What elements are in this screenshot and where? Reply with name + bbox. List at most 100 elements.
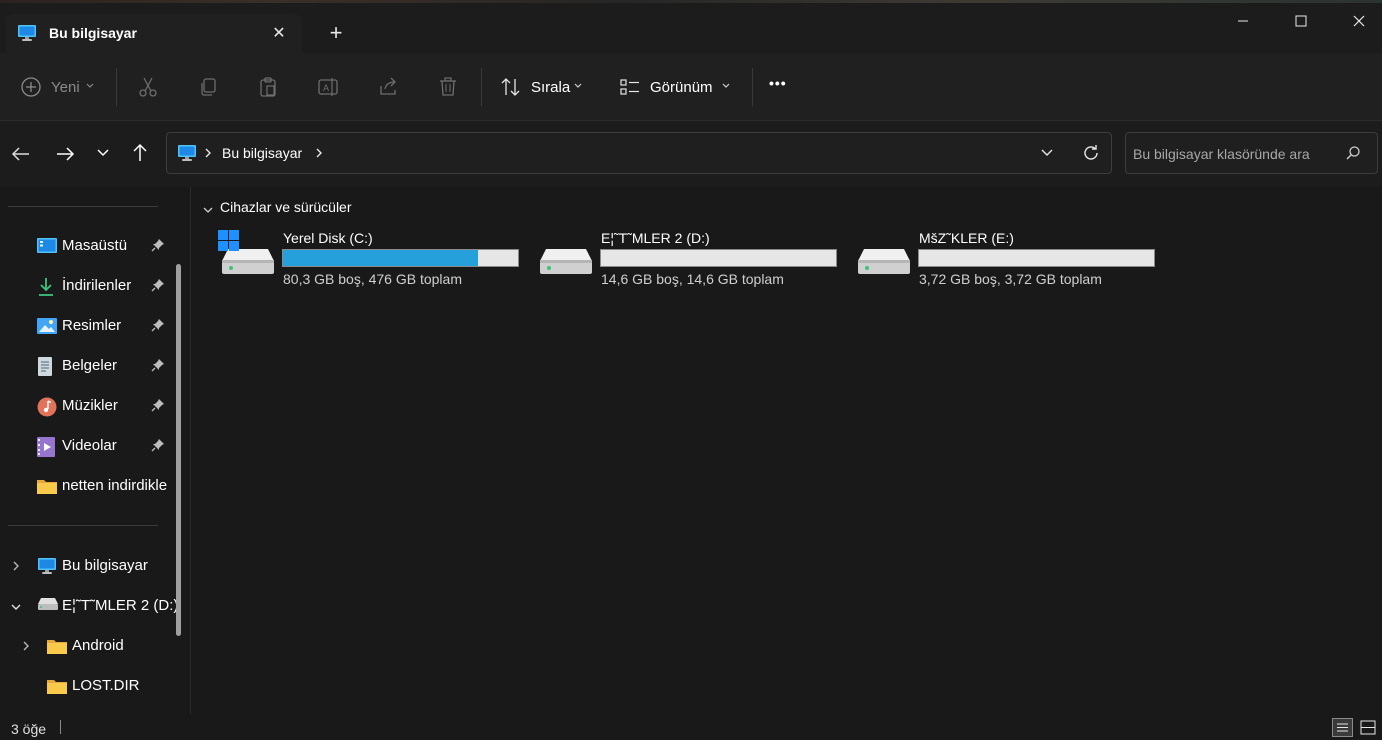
trash-icon <box>440 77 456 96</box>
sidebar-item-label: LOST.DIR <box>72 677 140 694</box>
pin-icon[interactable] <box>151 358 165 372</box>
share-button[interactable] <box>375 74 401 100</box>
tab-this-pc[interactable]: Bu bilgisayar ✕ <box>6 14 302 53</box>
paste-button[interactable] <box>255 74 281 100</box>
sidebar-item-documents[interactable]: Belgeler <box>0 347 178 385</box>
clipboard-icon <box>260 77 276 97</box>
more-options-button[interactable]: ••• <box>769 75 787 91</box>
section-header-devices[interactable]: Cihazlar ve sürücüler <box>220 199 352 215</box>
sidebar-item-label: Resimler <box>62 317 122 334</box>
pin-icon[interactable] <box>151 278 165 292</box>
sidebar-item-label: Masaüstü <box>62 237 128 254</box>
details-view-icon <box>1337 723 1348 732</box>
sidebar-item-label: Müzikler <box>62 397 118 414</box>
pin-icon[interactable] <box>151 398 165 412</box>
drive-item-e[interactable]: MšZ˜KLER (E:) 3,72 GB boş, 3,72 GB topla… <box>854 225 1164 295</box>
tiles-view-icon <box>1360 720 1376 735</box>
chevron-down-icon <box>97 149 109 157</box>
chevron-down-icon <box>573 78 583 95</box>
sidebar-item-android[interactable]: Android <box>0 627 178 665</box>
arrow-right-icon <box>57 147 75 161</box>
pin-icon[interactable] <box>151 438 165 452</box>
drive-item-d[interactable]: E¦˜T˜MLER 2 (D:) 14,6 GB boş, 14,6 GB to… <box>536 225 846 295</box>
computer-icon <box>37 557 56 575</box>
status-bar: 3 öğe <box>0 714 1382 739</box>
minimize-button[interactable] <box>1214 0 1272 42</box>
forward-button[interactable] <box>54 143 76 168</box>
arrow-up-icon <box>133 143 147 161</box>
chevron-right-icon[interactable] <box>314 146 324 163</box>
address-dropdown-button[interactable] <box>1039 145 1055 164</box>
view-list-icon <box>619 78 641 99</box>
toolbar-divider <box>116 68 117 106</box>
search-input[interactable] <box>1131 133 1345 175</box>
drive-item-c[interactable]: Yerel Disk (C:) 80,3 GB boş, 476 GB topl… <box>218 225 528 295</box>
rename-button[interactable]: A <box>315 74 341 100</box>
sidebar-item-label: netten indirdikle <box>62 477 168 494</box>
sidebar-item-desktop[interactable]: Masaüstü <box>0 227 178 265</box>
maximize-button[interactable] <box>1272 0 1330 42</box>
desktop-wallpaper-strip <box>0 0 1382 3</box>
new-label: Yeni <box>51 79 80 96</box>
sidebar-scrollbar[interactable] <box>176 264 181 636</box>
sidebar-item-downloads[interactable]: İndirilenler <box>0 267 178 305</box>
new-button[interactable]: Yeni <box>17 73 101 101</box>
refresh-button[interactable] <box>1081 143 1101 166</box>
pin-icon[interactable] <box>151 318 165 332</box>
close-tab-button[interactable]: ✕ <box>268 22 290 44</box>
rename-icon: A <box>318 78 338 96</box>
sidebar-item-this-pc[interactable]: Bu bilgisayar <box>0 547 178 585</box>
cut-button[interactable] <box>135 74 161 100</box>
documents-icon <box>37 357 55 376</box>
sidebar-item-label: Android <box>72 637 124 654</box>
copy-button[interactable] <box>195 74 221 100</box>
pictures-icon <box>37 317 57 335</box>
drive-icon <box>538 241 592 275</box>
computer-icon <box>17 24 37 42</box>
back-button[interactable] <box>10 143 32 168</box>
chevron-down-icon[interactable] <box>9 600 23 616</box>
sidebar-divider <box>8 206 158 207</box>
drive-usage-bar <box>282 249 519 267</box>
maximize-icon <box>1295 15 1307 27</box>
view-button[interactable]: Görünüm <box>617 73 737 101</box>
recent-locations-button[interactable] <box>95 146 111 163</box>
pin-icon[interactable] <box>151 238 165 252</box>
tiles-view-button[interactable] <box>1358 718 1378 737</box>
breadcrumb-this-pc[interactable]: Bu bilgisayar <box>222 145 302 161</box>
drive-icon <box>856 241 910 275</box>
copy-icon <box>201 78 216 96</box>
up-button[interactable] <box>129 142 151 167</box>
search-box[interactable] <box>1125 132 1378 175</box>
sidebar-item-netten-indirdikle[interactable]: netten indirdikle <box>0 467 178 505</box>
chevron-right-icon[interactable] <box>203 146 213 163</box>
sidebar-item-lost-dir[interactable]: LOST.DIR <box>0 667 178 705</box>
folder-icon <box>47 637 67 655</box>
details-view-button[interactable] <box>1332 718 1353 737</box>
toolbar-divider <box>752 68 753 106</box>
chevron-right-icon[interactable] <box>21 639 31 656</box>
plus-circle-icon <box>20 76 42 101</box>
sidebar-item-pictures[interactable]: Resimler <box>0 307 178 345</box>
close-window-button[interactable] <box>1330 0 1382 42</box>
sidebar-item-music[interactable]: Müzikler <box>0 387 178 425</box>
share-icon <box>380 77 396 95</box>
address-bar[interactable]: Bu bilgisayar <box>166 132 1112 174</box>
sidebar-item-label: E¦˜T˜MLER 2 (D:) <box>62 597 179 614</box>
desktop-icon <box>37 237 57 255</box>
drive-size-info: 14,6 GB boş, 14,6 GB toplam <box>601 271 784 287</box>
videos-icon <box>37 437 55 457</box>
drive-usage-bar <box>600 249 837 267</box>
folder-icon <box>37 477 57 495</box>
search-icon[interactable] <box>1345 145 1361 164</box>
sidebar-item-label: İndirilenler <box>62 277 132 294</box>
delete-button[interactable] <box>435 74 461 100</box>
chevron-down-icon[interactable] <box>202 203 214 219</box>
sidebar-item-label: Videolar <box>62 437 117 454</box>
chevron-right-icon[interactable] <box>11 559 21 576</box>
new-tab-button[interactable]: + <box>325 20 347 45</box>
sort-button[interactable]: Sırala <box>497 73 592 101</box>
sort-label: Sırala <box>531 79 571 96</box>
sidebar-item-videos[interactable]: Videolar <box>0 427 178 465</box>
sidebar-item-drive-d[interactable]: E¦˜T˜MLER 2 (D:) <box>0 587 178 625</box>
